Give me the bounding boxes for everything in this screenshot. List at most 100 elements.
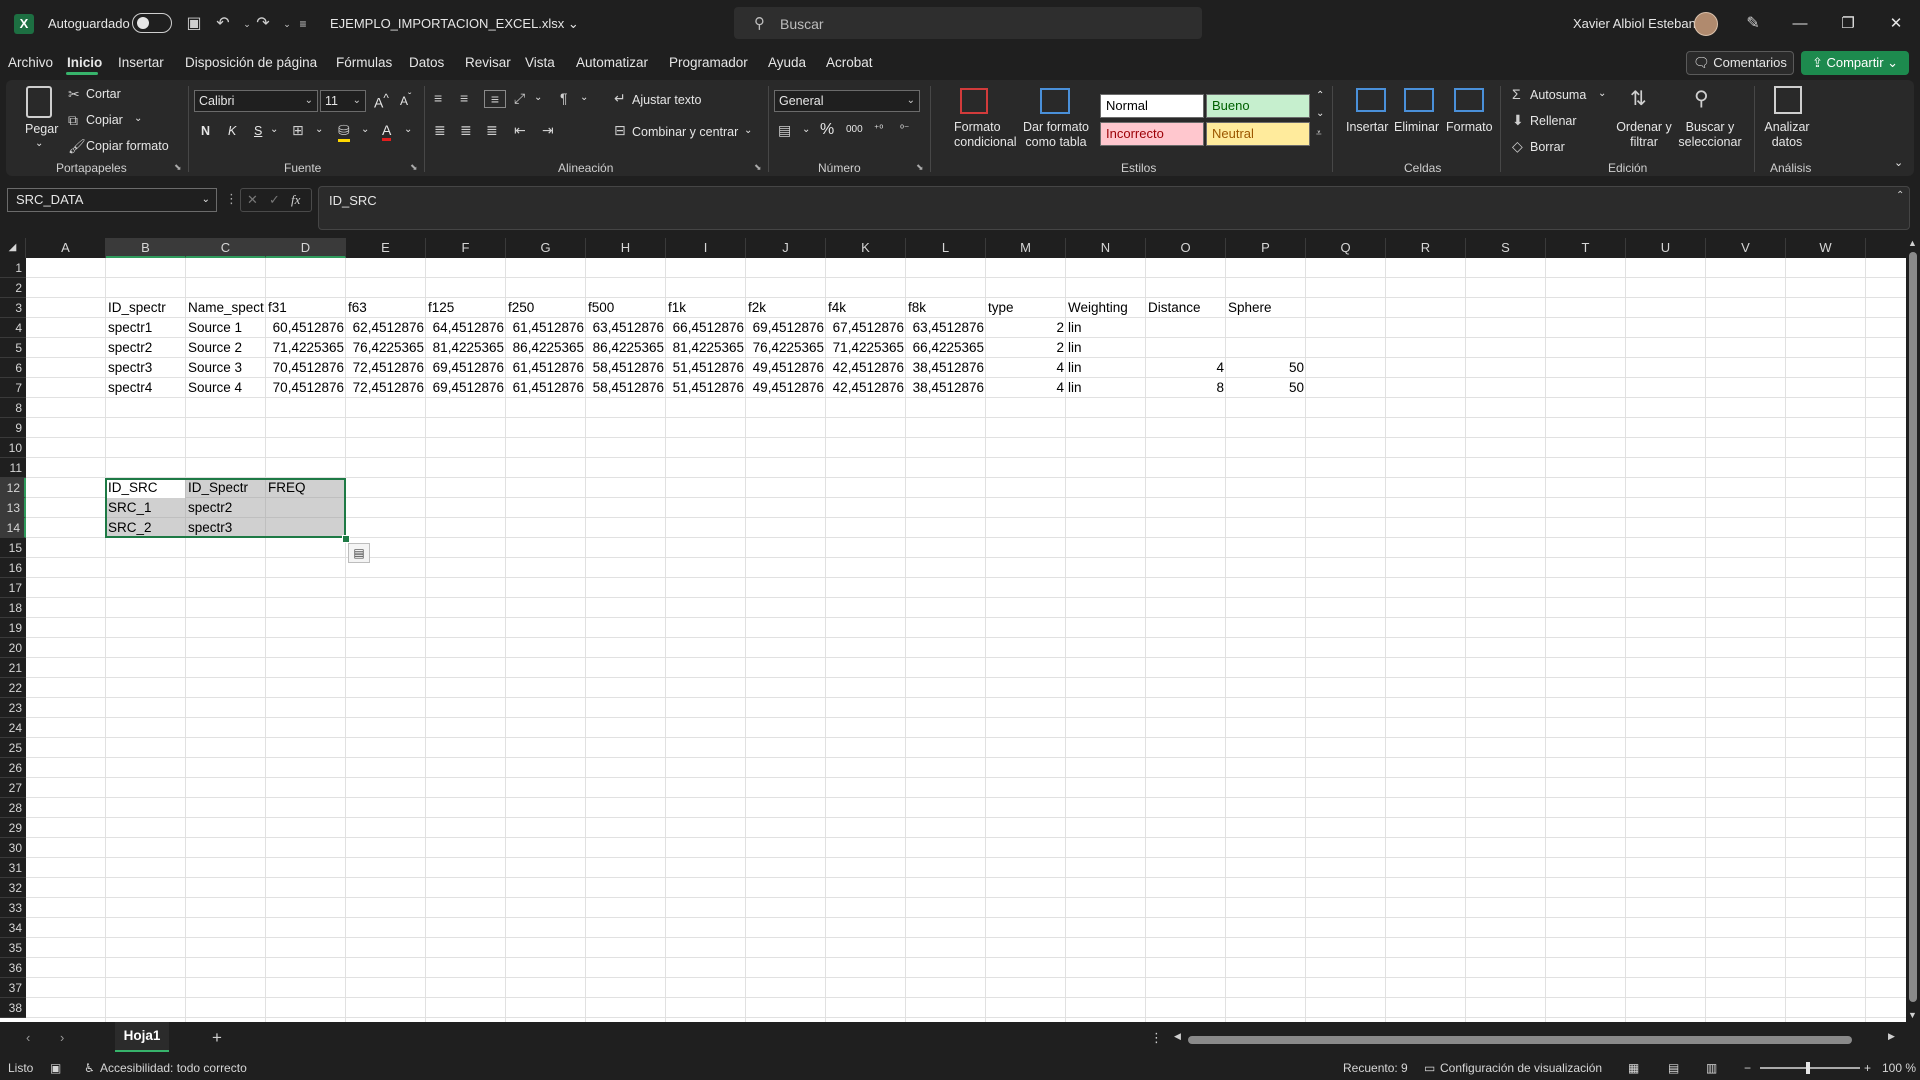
row-header-19[interactable]: 19: [0, 618, 26, 638]
row-header-31[interactable]: 31: [0, 858, 26, 878]
cell[interactable]: 86,4225365: [506, 338, 586, 358]
column-header-b[interactable]: B: [106, 238, 186, 258]
undo-icon[interactable]: ↶: [212, 13, 234, 35]
cell[interactable]: spectr3: [106, 358, 186, 378]
scroll-left-icon[interactable]: ◀: [1174, 1031, 1181, 1042]
cell[interactable]: Weighting: [1066, 298, 1146, 318]
avatar[interactable]: [1694, 12, 1718, 36]
cell[interactable]: ID_SRC: [106, 478, 186, 498]
font-size-select[interactable]: 11 ⌄: [320, 90, 366, 112]
row-header-8[interactable]: 8: [0, 398, 26, 418]
row-header-11[interactable]: 11: [0, 458, 26, 478]
cell[interactable]: 81,4225365: [666, 338, 746, 358]
cell[interactable]: 51,4512876: [666, 358, 746, 378]
page-layout-view-icon[interactable]: ▤: [1668, 1061, 1679, 1075]
cell[interactable]: 71,4225365: [266, 338, 346, 358]
column-header-k[interactable]: K: [826, 238, 906, 258]
styles-more-icon[interactable]: ⩡: [1316, 128, 1322, 139]
column-header-j[interactable]: J: [746, 238, 826, 258]
name-box[interactable]: SRC_DATA ⌄: [7, 188, 217, 212]
borders-icon[interactable]: ⊞: [292, 122, 304, 139]
paste-options-icon[interactable]: ▤: [348, 543, 370, 563]
cell[interactable]: 63,4512876: [906, 318, 986, 338]
column-header-v[interactable]: V: [1706, 238, 1786, 258]
column-header-d[interactable]: D: [266, 238, 346, 258]
paragraph-direction-icon[interactable]: ¶: [560, 90, 568, 106]
column-header-c[interactable]: C: [186, 238, 266, 258]
cell[interactable]: 72,4512876: [346, 378, 426, 398]
cell[interactable]: FREQ: [266, 478, 346, 498]
user-name[interactable]: Xavier Albiol Esteban: [1573, 16, 1696, 31]
select-all-corner[interactable]: ◢: [0, 238, 26, 258]
column-header-u[interactable]: U: [1626, 238, 1706, 258]
cell[interactable]: 69,4512876: [426, 378, 506, 398]
row-header-32[interactable]: 32: [0, 878, 26, 898]
autosave-toggle[interactable]: [132, 13, 172, 33]
cell[interactable]: 50: [1226, 358, 1306, 378]
decrease-indent-icon[interactable]: ⇤: [514, 122, 526, 139]
close-button[interactable]: ✕: [1874, 8, 1918, 40]
restore-button[interactable]: ❐: [1826, 8, 1870, 40]
column-header-o[interactable]: O: [1146, 238, 1226, 258]
cell[interactable]: 76,4225365: [746, 338, 826, 358]
increase-decimal-icon[interactable]: ⁺⁰: [874, 124, 883, 135]
column-header-a[interactable]: A: [26, 238, 106, 258]
find-select-button[interactable]: Buscar y seleccionar: [1678, 120, 1742, 150]
cell[interactable]: [1226, 338, 1306, 358]
copy-dropdown-icon[interactable]: ⌄: [134, 113, 142, 124]
cell[interactable]: 69,4512876: [746, 318, 826, 338]
cell[interactable]: 61,4512876: [506, 358, 586, 378]
column-header-p[interactable]: P: [1226, 238, 1306, 258]
cell[interactable]: spectr2: [106, 338, 186, 358]
row-header-23[interactable]: 23: [0, 698, 26, 718]
row-header-9[interactable]: 9: [0, 418, 26, 438]
tab-inicio[interactable]: Inicio: [67, 55, 102, 70]
cell[interactable]: [266, 518, 346, 538]
cancel-icon[interactable]: ✕: [247, 192, 258, 208]
row-header-37[interactable]: 37: [0, 978, 26, 998]
column-header-s[interactable]: S: [1466, 238, 1546, 258]
cell[interactable]: type: [986, 298, 1066, 318]
cell[interactable]: 2: [986, 318, 1066, 338]
search-input[interactable]: [778, 7, 1182, 41]
align-right-icon[interactable]: ≣: [486, 122, 498, 139]
tab-ayuda[interactable]: Ayuda: [768, 55, 806, 70]
cell[interactable]: Name_spect: [186, 298, 266, 318]
cell[interactable]: 4: [1146, 358, 1226, 378]
cell[interactable]: ID_spectr: [106, 298, 186, 318]
cell[interactable]: 8: [1146, 378, 1226, 398]
cell[interactable]: 49,4512876: [746, 358, 826, 378]
tab-automatizar[interactable]: Automatizar: [576, 55, 648, 70]
orientation-icon[interactable]: ⤢: [514, 90, 525, 107]
cell[interactable]: f500: [586, 298, 666, 318]
decrease-font-icon[interactable]: Aˇ: [400, 92, 411, 108]
cell[interactable]: lin: [1066, 378, 1146, 398]
underline-button[interactable]: S: [254, 124, 262, 138]
save-icon[interactable]: ▣: [183, 13, 205, 35]
cell[interactable]: 69,4512876: [426, 358, 506, 378]
style-bad[interactable]: Incorrecto: [1100, 122, 1204, 146]
worksheet-grid[interactable]: ◢ A B C D E F G H I J K L M N O P Q R S T U V W 1 2 3 4 5 6 7 8 9 10 11 12…: [0, 238, 1906, 1022]
cell[interactable]: 38,4512876: [906, 378, 986, 398]
cell[interactable]: 81,4225365: [426, 338, 506, 358]
cell[interactable]: spectr3: [186, 518, 266, 538]
style-neutral[interactable]: Neutral: [1206, 122, 1310, 146]
cell[interactable]: Distance: [1146, 298, 1226, 318]
delete-cells-button[interactable]: Eliminar: [1394, 120, 1439, 134]
row-header-17[interactable]: 17: [0, 578, 26, 598]
cell[interactable]: spectr1: [106, 318, 186, 338]
row-header-24[interactable]: 24: [0, 718, 26, 738]
row-header-13[interactable]: 13: [0, 498, 26, 518]
row-header-38[interactable]: 38: [0, 998, 26, 1018]
cell[interactable]: 62,4512876: [346, 318, 426, 338]
conditional-format-button[interactable]: Formato condicional: [954, 120, 1017, 150]
enter-icon[interactable]: ✓: [269, 192, 280, 208]
share-button[interactable]: ⇪ Compartir ⌄: [1801, 51, 1909, 75]
comments-button[interactable]: 🗨 Comentarios: [1686, 51, 1794, 75]
tab-formulas[interactable]: Fórmulas: [336, 55, 392, 70]
file-name[interactable]: EJEMPLO_IMPORTACION_EXCEL.xlsx ⌄: [330, 16, 579, 32]
sheet-tab-hoja1[interactable]: Hoja1: [115, 1022, 169, 1052]
column-header-e[interactable]: E: [346, 238, 426, 258]
cell[interactable]: 4: [986, 358, 1066, 378]
format-cells-button[interactable]: Formato: [1446, 120, 1493, 134]
